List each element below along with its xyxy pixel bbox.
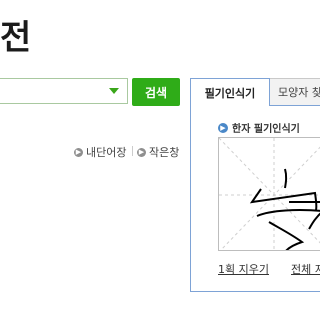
clear-all-link[interactable]: 전체 지 — [291, 261, 320, 277]
arrow-icon: ▶ — [74, 147, 83, 157]
arrow-icon: ▶ — [137, 147, 146, 157]
panel-tabs: 필기인식기 모양자 찾 — [190, 78, 320, 106]
tab-shape[interactable]: 모양자 찾 — [270, 78, 320, 106]
search-input[interactable] — [0, 79, 118, 103]
divider — [270, 105, 320, 106]
handwriting-drawing — [219, 138, 320, 250]
word-notebook-label: 내단어장 — [86, 146, 127, 159]
panel-header: ▶ 한자 필기인식기 — [218, 120, 300, 135]
search-input-box[interactable] — [0, 78, 128, 104]
tab-handwriting[interactable]: 필기인식기 — [190, 78, 270, 106]
small-window-link[interactable]: ▶ 작은창 — [137, 144, 179, 160]
page-title: 전 — [0, 18, 31, 58]
handwriting-canvas[interactable] — [218, 137, 320, 251]
small-window-label: 작은창 — [149, 146, 180, 159]
search-button[interactable]: 검색 — [132, 78, 180, 106]
clear-one-stroke-link[interactable]: 1획 지우기 — [218, 261, 269, 277]
arrow-icon: ▶ — [218, 122, 228, 133]
divider — [132, 146, 133, 156]
panel-header-label: 한자 필기인식기 — [232, 124, 300, 135]
chevron-down-icon[interactable] — [109, 88, 119, 94]
word-notebook-link[interactable]: ▶ 내단어장 — [74, 144, 126, 160]
